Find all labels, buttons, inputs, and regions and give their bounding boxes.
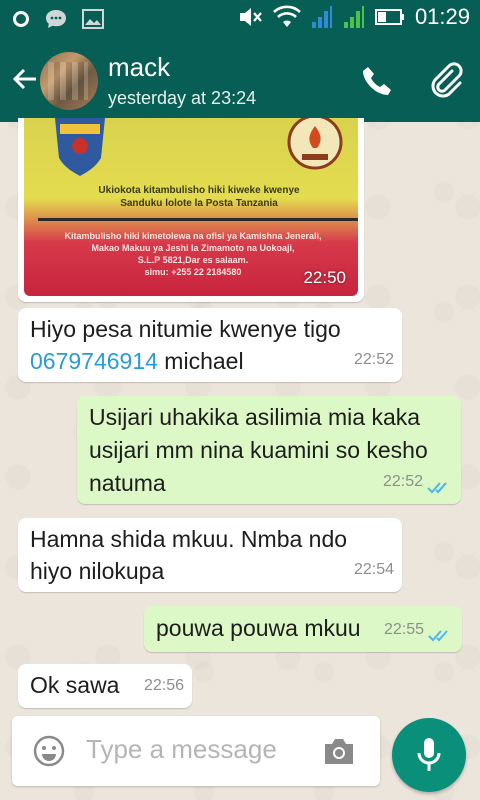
outgoing-message[interactable]: pouwa pouwa mkuu 22:55: [144, 606, 462, 652]
fire-brigade-emblem: [287, 118, 343, 170]
phone-number-link[interactable]: 0679746914: [30, 348, 158, 374]
message-time: 22:50: [303, 268, 346, 287]
message-time: 22:56: [143, 677, 184, 694]
incoming-message[interactable]: Ok sawa 22:56: [18, 664, 192, 708]
message-text: Hiyo pesa nitumie kwenye tigo: [30, 316, 341, 342]
incoming-message[interactable]: Hamna shida mkuu. Nmba ndo hiyo nilokupa…: [18, 518, 402, 592]
message-text: pouwa pouwa mkuu: [156, 615, 361, 641]
outgoing-message[interactable]: Usijari uhakika asilimia mia kaka usijar…: [77, 396, 461, 504]
message-text: Usijari uhakika asilimia mia kaka: [89, 404, 421, 430]
message-time: 22:52: [382, 473, 423, 490]
message-text: Hamna shida mkuu. Nmba ndo: [30, 526, 348, 552]
message-text-line3: natuma: [89, 470, 166, 496]
incoming-message[interactable]: Hiyo pesa nitumie kwenye tigo 0679746914…: [18, 308, 402, 382]
id-card-details: Kitambulisho hiki kimetolewa na ofisi ya…: [64, 231, 322, 277]
phone-call-icon[interactable]: [360, 64, 394, 98]
emoji-icon[interactable]: [32, 734, 66, 768]
message-text-line2: 0679746914 michael: [30, 348, 244, 374]
message-text-line2: hiyo nilokupa: [30, 558, 165, 584]
message-text: Ok sawa: [30, 672, 120, 698]
last-seen-status: yesterday at 23:24: [108, 88, 257, 108]
id-card-photo[interactable]: Ukiokota kitambulisho hiki kiweke kwenye…: [24, 118, 358, 296]
contact-avatar[interactable]: [40, 52, 98, 110]
signal-green-icon: [343, 6, 364, 28]
status-bar: 01:29: [0, 0, 480, 38]
camera-icon[interactable]: [322, 736, 356, 766]
wifi-icon: [273, 5, 301, 27]
id-card-caption: Ukiokota kitambulisho hiki kiweke kwenye…: [98, 185, 300, 209]
contact-name[interactable]: mack: [108, 52, 170, 83]
microphone-icon: [417, 738, 441, 771]
gallery-notification-icon: [82, 9, 104, 29]
clock: 01:29: [414, 4, 470, 29]
battery-icon: [374, 9, 404, 25]
read-ticks-icon: [427, 482, 447, 494]
message-time: 22:54: [353, 561, 394, 578]
back-arrow-icon[interactable]: [10, 64, 40, 94]
coat-of-arms-emblem: [55, 118, 105, 176]
message-composer[interactable]: Type a message: [12, 716, 380, 786]
id-card-divider: [38, 218, 358, 221]
read-ticks-icon: [428, 630, 448, 642]
message-time: 22:52: [353, 351, 394, 368]
message-time: 22:55: [383, 621, 424, 638]
mute-icon: [239, 8, 262, 26]
message-text-line2: usijari mm nina kuamini so kesho: [89, 437, 428, 463]
message-input[interactable]: Type a message: [86, 734, 277, 765]
voice-message-button[interactable]: [392, 718, 466, 792]
attachment-paperclip-icon[interactable]: [428, 62, 464, 98]
image-message[interactable]: Ukiokota kitambulisho hiki kiweke kwenye…: [18, 118, 364, 302]
notification-circle-icon: [13, 11, 29, 27]
chat-notification-icon: [46, 10, 66, 28]
signal-blue-icon: [311, 6, 332, 28]
chat-header: mack yesterday at 23:24: [0, 38, 480, 122]
